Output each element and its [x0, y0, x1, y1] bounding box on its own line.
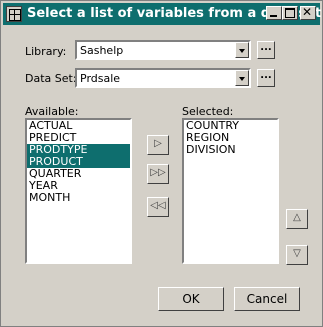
selected-listbox[interactable]: COUNTRY REGION DIVISION: [182, 118, 279, 264]
dataset-label: Data Set:: [25, 72, 77, 85]
move-down-button[interactable]: ▽: [286, 245, 308, 265]
arrow-down-icon: ▽: [293, 248, 301, 259]
dataset-browse-button[interactable]: ...: [257, 69, 275, 87]
library-browse-button[interactable]: ...: [257, 41, 275, 59]
selected-label: Selected:: [182, 105, 234, 118]
chevron-down-icon[interactable]: [235, 42, 249, 58]
close-button[interactable]: ✕: [300, 5, 316, 20]
maximize-button[interactable]: [282, 6, 298, 20]
ok-button[interactable]: OK: [158, 287, 224, 311]
arrow-up-icon: △: [293, 212, 301, 223]
chevron-down-icon[interactable]: [235, 70, 249, 86]
library-combobox[interactable]: Sashelp: [75, 40, 251, 60]
cancel-button[interactable]: Cancel: [234, 287, 300, 311]
dataset-value: Prdsale: [80, 72, 121, 85]
list-item[interactable]: DIVISION: [184, 144, 277, 156]
minimize-button[interactable]: [266, 6, 282, 20]
library-value: Sashelp: [80, 44, 124, 57]
list-item[interactable]: MONTH: [27, 192, 130, 204]
double-arrow-right-icon: ▷▷: [150, 167, 166, 178]
move-all-left-button[interactable]: ◁◁: [147, 197, 169, 217]
close-icon: ✕: [302, 5, 313, 19]
move-all-right-button[interactable]: ▷▷: [147, 164, 169, 184]
dataset-combobox[interactable]: Prdsale: [75, 68, 251, 88]
move-up-button[interactable]: △: [286, 209, 308, 229]
maximize-icon: [285, 8, 295, 18]
double-arrow-left-icon: ◁◁: [150, 200, 166, 211]
arrow-right-icon: ▷: [154, 138, 162, 149]
library-label: Library:: [25, 45, 67, 58]
move-right-button[interactable]: ▷: [147, 135, 169, 155]
title-bar[interactable]: Select a list of variables from a data s…: [3, 3, 321, 25]
window-app-icon[interactable]: [6, 6, 22, 22]
available-listbox[interactable]: ACTUAL PREDICT PRODTYPE PRODUCT QUARTER YEAR M…: [25, 118, 132, 264]
minimize-icon: [270, 15, 277, 17]
dialog-window: Select a list of variables from a data s…: [0, 0, 323, 327]
available-label: Available:: [25, 105, 79, 118]
